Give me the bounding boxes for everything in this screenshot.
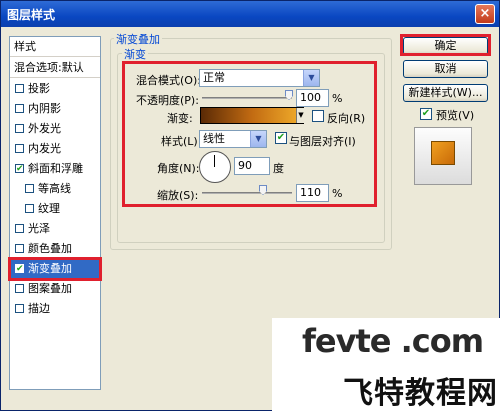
subgroup-title: 渐变 [122, 46, 148, 62]
reverse-label: 反向(R) [327, 112, 366, 125]
angle-dial[interactable] [199, 151, 231, 183]
opacity-slider[interactable] [202, 97, 292, 99]
style-item-color-overlay[interactable]: 颜色叠加 [10, 239, 100, 259]
window-title: 图层样式 [7, 8, 56, 22]
cancel-button[interactable]: 取消 [403, 60, 488, 78]
checkbox-checked[interactable]: ✔ [15, 264, 24, 274]
style-label: 样式(L): [161, 135, 202, 148]
gradient-label: 渐变: [167, 112, 193, 125]
style-item-texture[interactable]: 纹理 [10, 199, 100, 219]
opacity-unit: % [332, 92, 343, 105]
blend-mode-label: 混合模式(O): [136, 74, 201, 87]
preview-swatch [431, 141, 455, 165]
gradient-picker[interactable] [200, 107, 304, 124]
scale-label: 缩放(S): [157, 189, 199, 202]
chevron-down-icon[interactable]: ▼ [296, 108, 305, 123]
watermark-site: fevte .com [302, 322, 484, 360]
style-item-inner-glow[interactable]: 内发光 [10, 139, 100, 159]
style-item-gradient-overlay[interactable]: ✔ 渐变叠加 [8, 257, 102, 281]
style-item-satin[interactable]: 光泽 [10, 219, 100, 239]
blend-options-item[interactable]: 混合选项:默认 [10, 58, 100, 78]
checkbox[interactable] [15, 224, 24, 233]
opacity-label: 不透明度(P): [136, 94, 199, 107]
scale-slider[interactable] [202, 192, 292, 194]
style-item-drop-shadow[interactable]: 投影 [10, 79, 100, 99]
scale-unit: % [332, 187, 343, 200]
checkbox[interactable] [15, 84, 24, 93]
align-checkbox[interactable]: ✔ [275, 132, 287, 144]
style-item-inner-shadow[interactable]: 内阴影 [10, 99, 100, 119]
blend-mode-select[interactable]: 正常 ▼ [199, 69, 320, 87]
close-icon: × [479, 6, 491, 21]
group-title: 渐变叠加 [114, 31, 162, 47]
style-select[interactable]: 线性 ▼ [199, 130, 267, 148]
checkbox[interactable] [15, 144, 24, 153]
style-item-bevel-emboss[interactable]: ✔ 斜面和浮雕 [10, 159, 100, 179]
angle-label: 角度(N): [157, 162, 200, 175]
checkbox[interactable] [25, 204, 34, 213]
preview-label: 预览(V) [436, 109, 475, 122]
reverse-checkbox[interactable] [312, 110, 324, 122]
watermark-name: 飞特教程网 [343, 376, 498, 411]
style-item-stroke[interactable]: 描边 [10, 299, 100, 319]
ok-highlight-frame [400, 34, 491, 56]
preview-checkbox[interactable]: ✔ [420, 108, 432, 120]
close-button[interactable]: × [475, 4, 495, 24]
angle-unit: 度 [273, 162, 284, 175]
opacity-input[interactable]: 100 [296, 89, 329, 107]
title-bar[interactable]: 图层样式 × [1, 1, 499, 27]
checkbox[interactable] [15, 244, 24, 253]
checkbox[interactable] [15, 284, 24, 293]
checkbox-checked[interactable]: ✔ [15, 164, 24, 174]
style-item-outer-glow[interactable]: 外发光 [10, 119, 100, 139]
checkbox[interactable] [15, 104, 24, 113]
new-style-button[interactable]: 新建样式(W)... [403, 84, 488, 102]
checkbox[interactable] [15, 304, 24, 313]
style-item-contour[interactable]: 等高线 [10, 179, 100, 199]
checkbox[interactable] [15, 124, 24, 133]
styles-header[interactable]: 样式 [10, 37, 100, 57]
style-item-pattern-overlay[interactable]: 图案叠加 [10, 279, 100, 299]
angle-needle [214, 155, 215, 167]
angle-input[interactable]: 90 [234, 157, 270, 175]
chevron-down-icon: ▼ [303, 70, 319, 86]
checkbox[interactable] [25, 184, 34, 193]
scale-input[interactable]: 110 [296, 184, 329, 202]
chevron-down-icon: ▼ [250, 131, 266, 147]
align-label: 与图层对齐(I) [289, 135, 356, 148]
styles-list: 样式 混合选项:默认 投影 内阴影 外发光 内发光 ✔ 斜面和浮雕 等高线 纹理… [8, 36, 102, 390]
